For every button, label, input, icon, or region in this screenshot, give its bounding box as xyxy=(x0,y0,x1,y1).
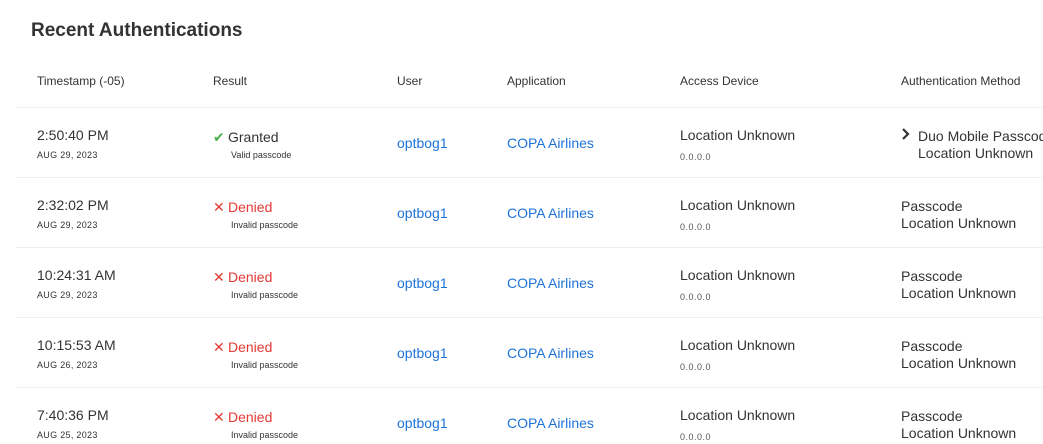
x-icon: ✕ xyxy=(213,339,225,355)
auth-method-location: Location Unknown xyxy=(901,215,1017,231)
x-icon: ✕ xyxy=(213,269,225,285)
user-link[interactable]: optbog1 xyxy=(397,135,448,151)
device-ip: 0.0.0.0 xyxy=(680,222,712,232)
table-header: Timestamp (-05) Result User Application … xyxy=(16,58,1043,108)
timestamp-time: 10:24:31 AM xyxy=(37,267,116,283)
device-location: Location Unknown xyxy=(680,407,796,423)
result-reason: Invalid passcode xyxy=(231,290,299,300)
result-status: ✕ Denied xyxy=(213,409,272,426)
application-link[interactable]: COPA Airlines xyxy=(507,415,594,431)
auth-method-location: Location Unknown xyxy=(901,285,1017,301)
column-header-auth-method[interactable]: Authentication Method xyxy=(901,74,1020,88)
column-header-access-device[interactable]: Access Device xyxy=(680,74,759,88)
auth-method-name: Duo Mobile Passcode xyxy=(918,128,1043,144)
check-icon: ✔ xyxy=(213,129,225,145)
x-icon: ✕ xyxy=(213,199,225,215)
page-title: Recent Authentications xyxy=(31,20,243,41)
result-label: Denied xyxy=(228,339,273,355)
device-location: Location Unknown xyxy=(680,337,796,353)
device-ip: 0.0.0.0 xyxy=(680,432,712,442)
table-row: 10:15:53 AM AUG 26, 2023 ✕ Denied Invalid… xyxy=(16,318,1043,388)
result-label: Denied xyxy=(228,269,273,285)
device-location: Location Unknown xyxy=(680,197,796,213)
timestamp-time: 2:32:02 PM xyxy=(37,197,109,213)
result-status: ✕ Denied xyxy=(213,199,272,216)
result-reason: Invalid passcode xyxy=(231,360,299,370)
result-reason: Valid passcode xyxy=(231,150,292,160)
auth-method-location: Location Unknown xyxy=(901,425,1017,441)
auth-method-name: Passcode xyxy=(901,338,963,354)
table-row: 2:32:02 PM AUG 29, 2023 ✕ Denied Invalid … xyxy=(16,178,1043,248)
result-reason: Invalid passcode xyxy=(231,220,299,230)
result-status: ✔ Granted xyxy=(213,129,279,146)
timestamp-time: 10:15:53 AM xyxy=(37,337,116,353)
result-label: Denied xyxy=(228,199,273,215)
timestamp-date: AUG 29, 2023 xyxy=(37,150,98,160)
x-icon: ✕ xyxy=(213,409,225,425)
device-location: Location Unknown xyxy=(680,127,796,143)
result-status: ✕ Denied xyxy=(213,339,272,356)
table-row: 2:50:40 PM AUG 29, 2023 ✔ Granted Valid p… xyxy=(16,108,1043,178)
column-header-user[interactable]: User xyxy=(397,74,422,88)
auth-method-name: Passcode xyxy=(901,408,963,424)
recent-authentications-panel: Recent Authentications Timestamp (-05) R… xyxy=(0,0,1043,444)
table-row: 10:24:31 AM AUG 29, 2023 ✕ Denied Invalid… xyxy=(16,248,1043,318)
application-link[interactable]: COPA Airlines xyxy=(507,275,594,291)
column-header-result[interactable]: Result xyxy=(213,74,247,88)
application-link[interactable]: COPA Airlines xyxy=(507,205,594,221)
timestamp-time: 2:50:40 PM xyxy=(37,127,109,143)
user-link[interactable]: optbog1 xyxy=(397,415,448,431)
timestamp-date: AUG 25, 2023 xyxy=(37,430,98,440)
device-ip: 0.0.0.0 xyxy=(680,292,712,302)
device-location: Location Unknown xyxy=(680,267,796,283)
user-link[interactable]: optbog1 xyxy=(397,205,448,221)
user-link[interactable]: optbog1 xyxy=(397,275,448,291)
column-header-timestamp[interactable]: Timestamp (-05) xyxy=(37,74,125,88)
device-ip: 0.0.0.0 xyxy=(680,152,712,162)
authentications-table: Timestamp (-05) Result User Application … xyxy=(16,58,1043,444)
table-row: 7:40:36 PM AUG 25, 2023 ✕ Denied Invalid … xyxy=(16,388,1043,444)
chevron-right-icon[interactable] xyxy=(900,126,912,142)
auth-method-location: Location Unknown xyxy=(918,145,1034,161)
result-label: Denied xyxy=(228,409,273,425)
timestamp-date: AUG 26, 2023 xyxy=(37,360,98,370)
table-body: 2:50:40 PM AUG 29, 2023 ✔ Granted Valid p… xyxy=(16,108,1043,444)
application-link[interactable]: COPA Airlines xyxy=(507,345,594,361)
auth-method-name: Passcode xyxy=(901,268,963,284)
application-link[interactable]: COPA Airlines xyxy=(507,135,594,151)
result-label: Granted xyxy=(228,129,279,145)
user-link[interactable]: optbog1 xyxy=(397,345,448,361)
timestamp-time: 7:40:36 PM xyxy=(37,407,109,423)
result-status: ✕ Denied xyxy=(213,269,272,286)
auth-method-name: Passcode xyxy=(901,198,963,214)
timestamp-date: AUG 29, 2023 xyxy=(37,290,98,300)
column-header-application[interactable]: Application xyxy=(507,74,566,88)
device-ip: 0.0.0.0 xyxy=(680,362,712,372)
auth-method-location: Location Unknown xyxy=(901,355,1017,371)
timestamp-date: AUG 29, 2023 xyxy=(37,220,98,230)
result-reason: Invalid passcode xyxy=(231,430,299,440)
